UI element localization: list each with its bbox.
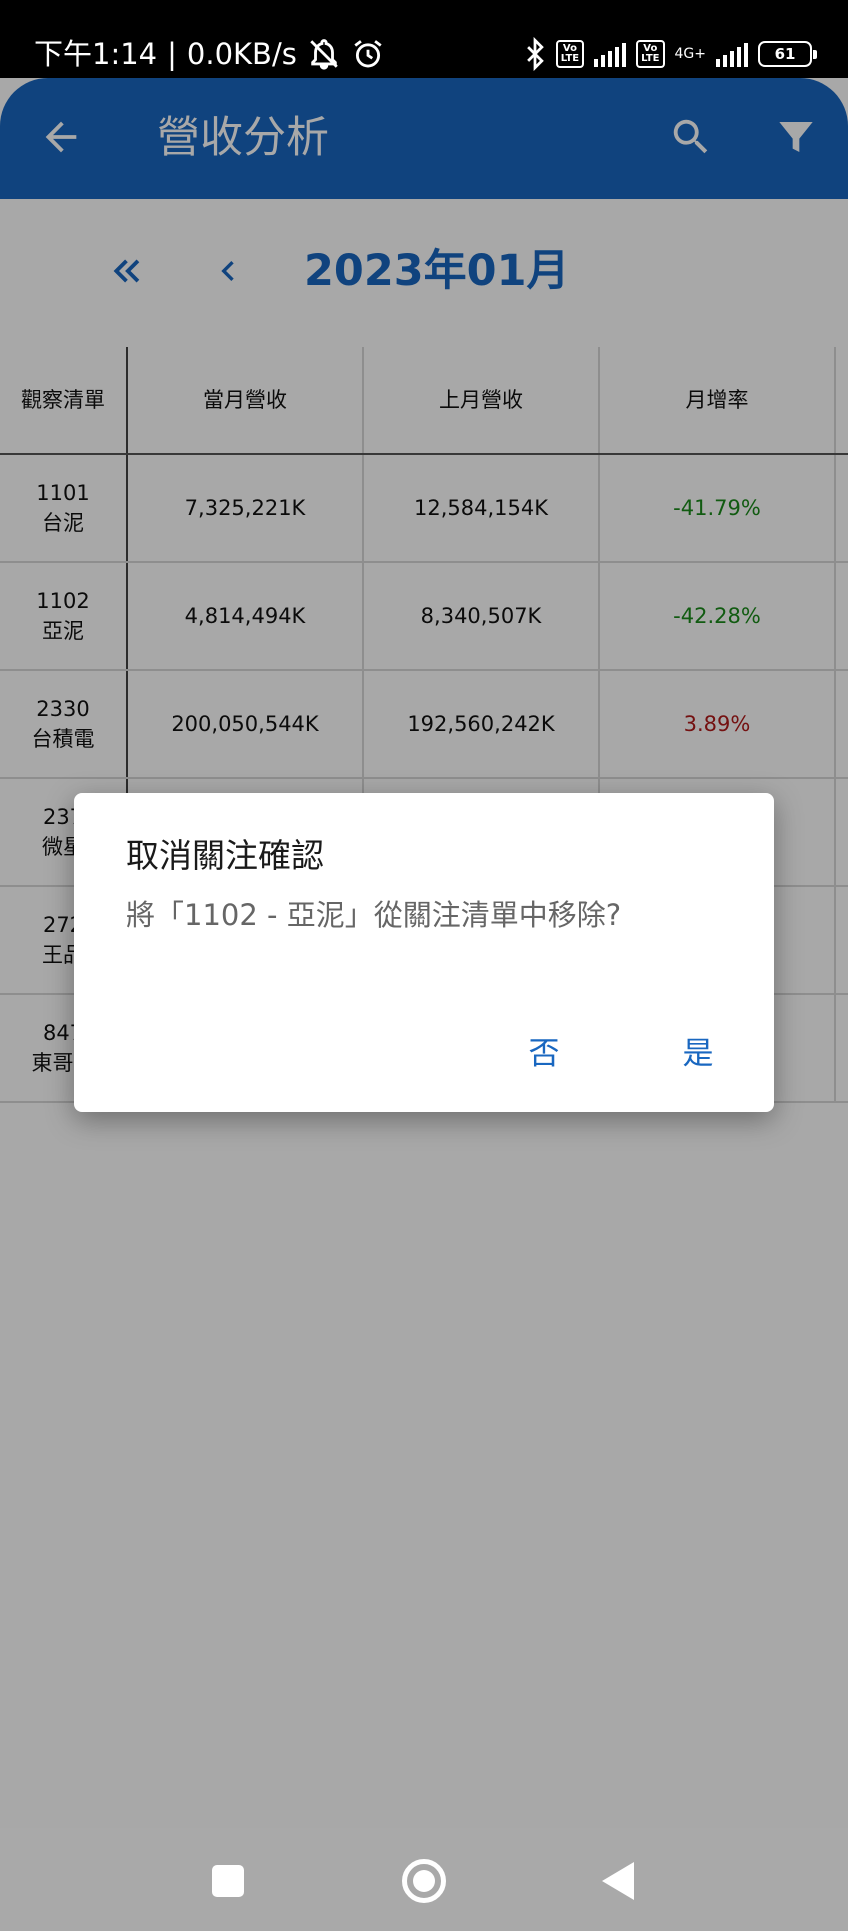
battery-icon: 61: [758, 41, 817, 67]
dialog-message: 將「1102 - 亞泥」從關注清單中移除?: [126, 898, 622, 932]
volte-badge-1: Vo LTE: [555, 40, 585, 68]
system-nav-bar: [0, 1828, 848, 1931]
dialog-title: 取消關注確認: [126, 836, 324, 875]
notifications-off-icon: [310, 39, 338, 70]
status-speed: 0.0KB/s: [186, 37, 297, 71]
yes-button[interactable]: 是: [658, 1029, 738, 1079]
signal-strength-1-icon: [594, 41, 627, 67]
volte-badge-2: Vo LTE: [636, 40, 665, 68]
status-time: 下午1:14: [34, 37, 158, 71]
status-right: Vo LTE Vo LTE 4G+ 61: [524, 34, 817, 74]
status-left: 下午1:14 | 0.0KB/s: [34, 34, 385, 74]
status-separator: |: [167, 37, 177, 71]
home-icon[interactable]: [402, 1859, 446, 1903]
unfollow-confirm-dialog: 取消關注確認 將「1102 - 亞泥」從關注清單中移除? 否 是: [74, 793, 774, 1112]
no-button[interactable]: 否: [504, 1029, 584, 1079]
alarm-icon: [354, 40, 382, 68]
bluetooth-icon: [526, 37, 544, 71]
recent-apps-icon[interactable]: [212, 1865, 244, 1897]
signal-strength-2-icon: [716, 41, 748, 67]
network-type: 4G+: [674, 46, 707, 62]
back-icon[interactable]: [602, 1862, 634, 1900]
status-bar: 下午1:14 | 0.0KB/s Vo LTE Vo LTE 4G+ 61: [0, 0, 848, 78]
